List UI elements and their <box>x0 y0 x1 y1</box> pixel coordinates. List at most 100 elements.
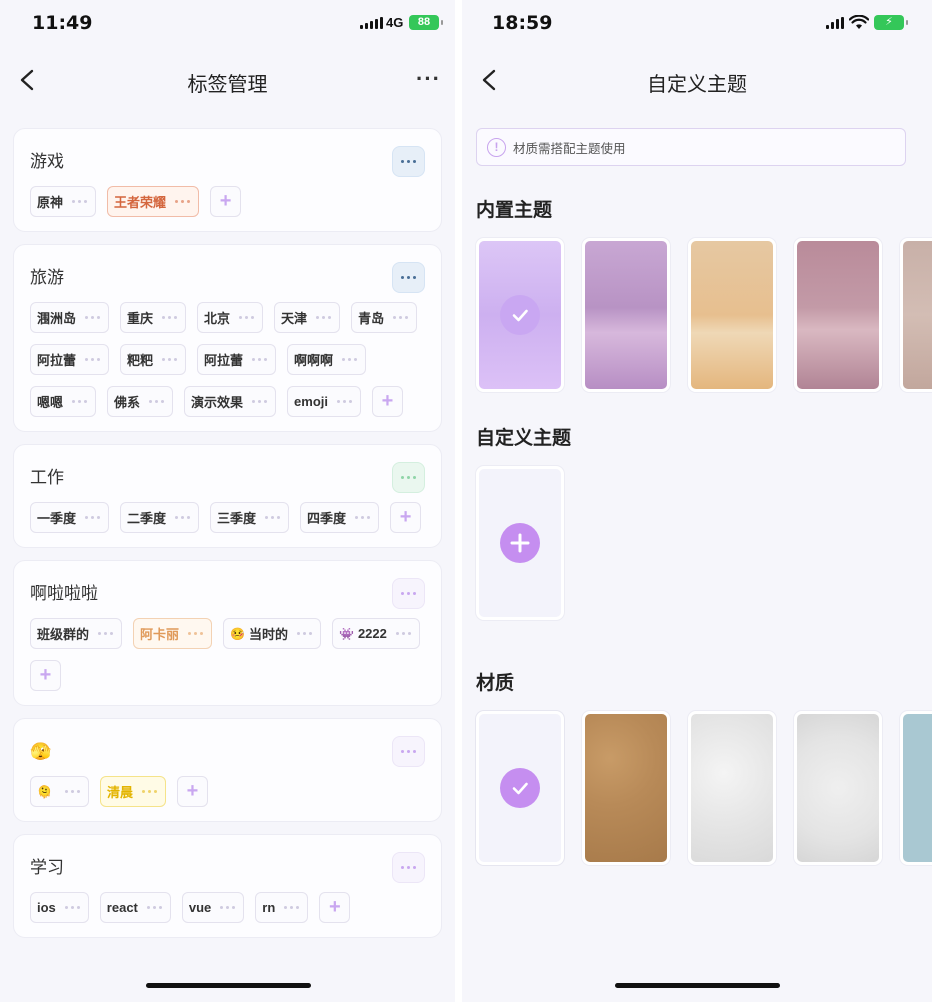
tag-label: 2222 <box>357 626 387 641</box>
tag-chip[interactable]: 班级群的 <box>30 618 123 649</box>
tag-chip[interactable]: 阿拉蕾 <box>197 344 277 375</box>
tag-more-icon[interactable] <box>316 316 332 319</box>
tag-more-icon[interactable] <box>64 790 80 793</box>
tag-chip[interactable]: 四季度 <box>300 502 380 533</box>
tag-more-icon[interactable] <box>355 516 371 519</box>
tag-more-icon[interactable] <box>297 632 312 635</box>
tag-group-card: 🫣 🫠 清晨 + <box>13 718 442 822</box>
add-tag-button[interactable]: + <box>372 386 404 417</box>
tag-more-icon[interactable] <box>85 316 101 319</box>
tag-more-icon[interactable] <box>175 516 191 519</box>
tag-label: 啊啊啊 <box>294 353 334 368</box>
page-title: 标签管理 <box>187 74 268 96</box>
tag-more-icon[interactable] <box>252 400 268 403</box>
tag-more-icon[interactable] <box>220 906 236 909</box>
tag-chip[interactable]: 阿卡丽 <box>133 618 213 649</box>
tag-more-icon[interactable] <box>175 200 191 203</box>
tag-label: 涠洲岛 <box>37 311 77 326</box>
tag-chip[interactable]: rn <box>255 892 309 923</box>
group-more-button[interactable] <box>392 736 425 767</box>
tag-group-title: 游戏 <box>30 152 64 171</box>
tag-more-icon[interactable] <box>265 516 281 519</box>
tag-chip[interactable]: 👾 2222 <box>332 618 420 649</box>
theme-lavender-thumbnail[interactable] <box>476 238 564 392</box>
add-tag-button[interactable]: + <box>210 186 242 217</box>
builtin-theme-heading: 内置主题 <box>476 200 553 221</box>
tag-more-icon[interactable] <box>141 790 157 793</box>
tag-more-icon[interactable] <box>72 200 88 203</box>
tag-chip[interactable]: vue <box>181 892 245 923</box>
tag-more-icon[interactable] <box>72 400 88 403</box>
tag-chip[interactable]: 啊啊啊 <box>287 344 367 375</box>
material-kraft-paper-thumbnail[interactable] <box>582 711 670 865</box>
tag-emoji: 🤒 <box>230 626 245 641</box>
tag-more-icon[interactable] <box>188 632 204 635</box>
tag-chip[interactable]: 🤒 当时的 <box>223 618 321 649</box>
tag-chip[interactable]: 清晨 <box>99 776 166 807</box>
tag-more-icon[interactable] <box>85 516 101 519</box>
page-title: 自定义主题 <box>647 74 747 96</box>
more-options-icon[interactable]: ··· <box>416 66 441 92</box>
tag-chip[interactable]: 天津 <box>274 302 341 333</box>
material-grey-paper-thumbnail[interactable] <box>794 711 882 865</box>
tag-label: 二季度 <box>127 511 167 526</box>
cellular-signal-icon <box>826 17 844 29</box>
selected-check-icon <box>500 295 540 335</box>
tag-chip[interactable]: 阿拉蕾 <box>30 344 110 375</box>
tag-more-icon[interactable] <box>85 358 101 361</box>
tag-chip[interactable]: 嗯嗯 <box>30 386 97 417</box>
tag-chip[interactable]: 三季度 <box>210 502 290 533</box>
add-tag-button[interactable]: + <box>176 776 208 807</box>
tag-more-icon[interactable] <box>342 358 358 361</box>
tag-label: 演示效果 <box>191 395 244 410</box>
tag-label: 阿拉蕾 <box>204 353 244 368</box>
material-white-paper-thumbnail[interactable] <box>688 711 776 865</box>
tag-chip[interactable]: 二季度 <box>120 502 200 533</box>
tag-more-icon[interactable] <box>239 316 255 319</box>
group-more-button[interactable] <box>392 852 425 883</box>
tag-more-icon[interactable] <box>162 358 178 361</box>
tag-more-icon[interactable] <box>64 906 80 909</box>
tag-more-icon[interactable] <box>284 906 300 909</box>
group-more-button[interactable] <box>392 262 425 293</box>
theme-taupe-thumbnail[interactable] <box>900 238 932 392</box>
add-tag-button[interactable]: + <box>30 660 61 691</box>
tag-chip[interactable]: 佛系 <box>107 386 174 417</box>
material-none-thumbnail[interactable] <box>476 711 564 865</box>
tag-chip[interactable]: 原神 <box>30 186 97 217</box>
tag-chip[interactable]: 青岛 <box>351 302 418 333</box>
theme-purple-thumbnail[interactable] <box>582 238 670 392</box>
battery-icon: 88 <box>409 15 443 30</box>
tag-more-icon[interactable] <box>337 400 353 403</box>
tag-chip[interactable]: react <box>99 892 171 923</box>
tag-more-icon[interactable] <box>98 632 114 635</box>
tag-label: 青岛 <box>358 311 385 326</box>
group-more-button[interactable] <box>392 462 425 493</box>
tag-list: 原神 王者荣耀 + <box>30 186 425 217</box>
add-custom-theme-button[interactable] <box>476 466 564 620</box>
tag-more-icon[interactable] <box>393 316 409 319</box>
add-tag-button[interactable]: + <box>319 892 351 923</box>
tag-chip[interactable]: 演示效果 <box>184 386 277 417</box>
material-blue-thumbnail[interactable] <box>900 711 932 865</box>
tag-chip[interactable]: 北京 <box>197 302 264 333</box>
tag-more-icon[interactable] <box>146 906 162 909</box>
theme-rose-thumbnail[interactable] <box>794 238 882 392</box>
theme-apricot-thumbnail[interactable] <box>688 238 776 392</box>
tag-more-icon[interactable] <box>149 400 165 403</box>
add-tag-button[interactable]: + <box>390 502 422 533</box>
tag-more-icon[interactable] <box>252 358 268 361</box>
group-more-button[interactable] <box>392 578 425 609</box>
tag-chip[interactable]: 涠洲岛 <box>30 302 110 333</box>
battery-charging-icon: ⚡ <box>874 15 908 30</box>
tag-chip[interactable]: 🫠 <box>30 776 89 807</box>
tag-chip[interactable]: 王者荣耀 <box>107 186 200 217</box>
tag-chip[interactable]: 粑粑 <box>120 344 187 375</box>
tag-chip[interactable]: ios <box>30 892 89 923</box>
tag-more-icon[interactable] <box>162 316 178 319</box>
tag-chip[interactable]: 重庆 <box>120 302 187 333</box>
tag-more-icon[interactable] <box>395 632 411 635</box>
tag-chip[interactable]: 一季度 <box>30 502 110 533</box>
tag-chip[interactable]: emoji <box>287 386 362 417</box>
group-more-button[interactable] <box>392 146 425 177</box>
